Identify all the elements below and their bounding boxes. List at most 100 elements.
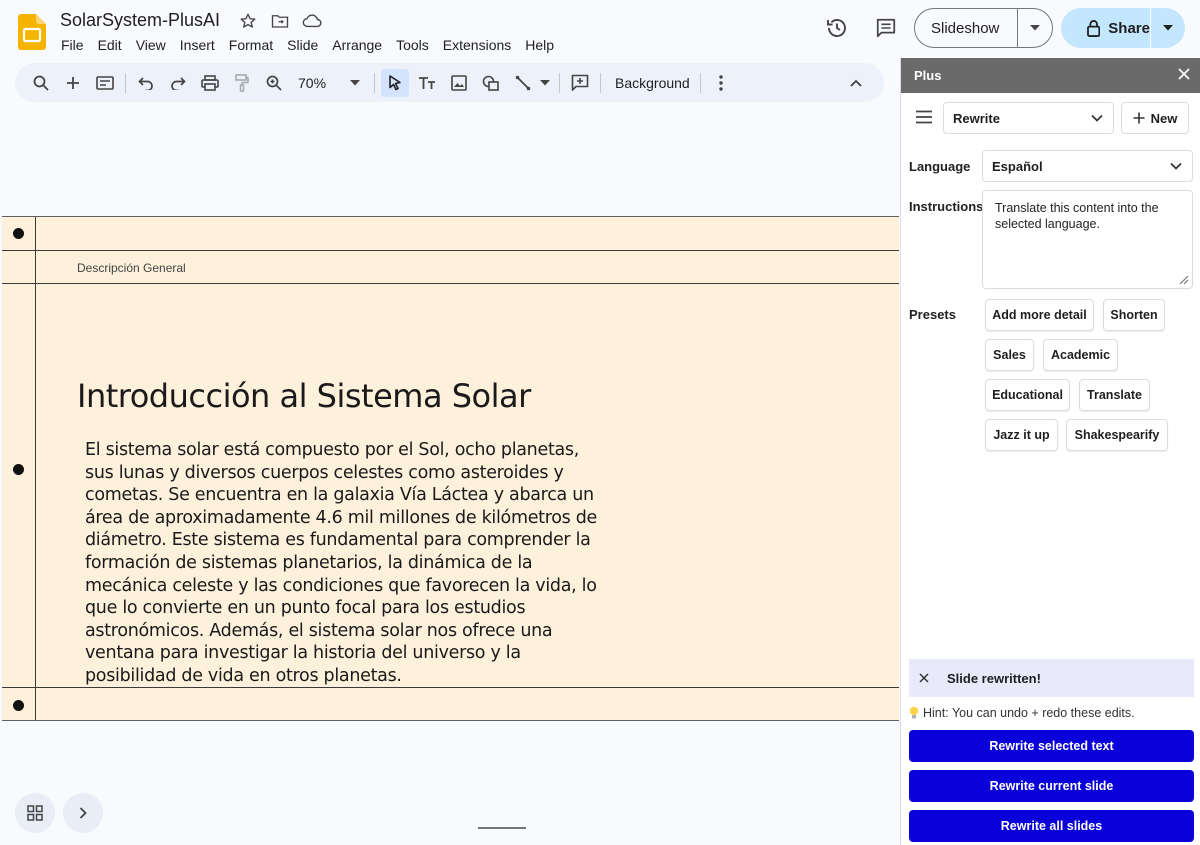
rewrite-selected-text-button[interactable]: Rewrite selected text [909, 730, 1194, 762]
line-button[interactable] [509, 69, 537, 97]
dismiss-toast-button[interactable] [919, 673, 929, 683]
slide-header-text[interactable]: Descripción General [77, 261, 186, 275]
mode-select[interactable]: Rewrite [943, 102, 1114, 134]
instructions-label: Instructions [909, 199, 984, 214]
shape-button[interactable] [477, 69, 505, 97]
star-icon[interactable] [236, 10, 260, 32]
chevron-down-icon [1091, 114, 1103, 122]
paint-format-button[interactable] [228, 69, 256, 97]
menu-slide[interactable]: Slide [280, 35, 325, 55]
hamburger-icon [916, 110, 932, 124]
slide-vertical-rule [35, 217, 36, 720]
slide[interactable]: Descripción General Introducción al Sist… [2, 216, 899, 721]
slide-body-text[interactable]: El sistema solar está compuesto por el S… [85, 439, 600, 688]
resize-handle-icon[interactable] [1179, 275, 1189, 285]
language-select[interactable]: Español [982, 150, 1193, 182]
caret-down-icon [1163, 25, 1173, 31]
preset-educational[interactable]: Educational [985, 379, 1070, 411]
cloud-status-icon[interactable] [300, 10, 324, 32]
undo-icon [138, 76, 153, 90]
preset-jazz-it-up[interactable]: Jazz it up [985, 419, 1058, 451]
toolbar-divider [699, 72, 701, 93]
share-options-button[interactable] [1151, 8, 1185, 48]
menu-bar: File Edit View Insert Format Slide Arran… [54, 35, 561, 55]
menu-help[interactable]: Help [518, 35, 561, 55]
slide-canvas[interactable]: Descripción General Introducción al Sist… [0, 103, 900, 845]
menu-tools[interactable]: Tools [389, 35, 436, 55]
slides-logo-icon[interactable] [18, 14, 46, 50]
language-value: Español [992, 158, 1043, 174]
mode-value: Rewrite [953, 110, 1000, 126]
slide-rule [2, 283, 899, 284]
search-menus-button[interactable] [27, 69, 55, 97]
success-toast: Slide rewritten! [909, 659, 1194, 697]
background-button[interactable]: Background [607, 75, 698, 91]
toast-message: Slide rewritten! [947, 670, 1041, 686]
menu-edit[interactable]: Edit [91, 35, 129, 55]
version-history-button[interactable] [821, 12, 853, 44]
more-options-button[interactable] [707, 69, 735, 97]
preset-add-more-detail[interactable]: Add more detail [985, 299, 1094, 331]
text-box-button[interactable] [413, 69, 441, 97]
insert-image-button[interactable] [445, 69, 473, 97]
add-comment-button[interactable] [566, 69, 594, 97]
toolbar-divider [125, 72, 126, 93]
instructions-textarea[interactable]: Translate this content into the selected… [982, 190, 1193, 289]
new-slide-button[interactable] [59, 69, 87, 97]
collapse-toolbar-button[interactable] [842, 69, 870, 97]
bullet-dot [13, 228, 24, 239]
preset-translate[interactable]: Translate [1079, 379, 1150, 411]
slide-rule [2, 250, 899, 251]
share-button-group: Share [1061, 8, 1185, 48]
panel-menu-button[interactable] [915, 110, 933, 129]
menu-extensions[interactable]: Extensions [436, 35, 518, 55]
hint-text: Hint: You can undo + redo these edits. [909, 706, 1135, 720]
redo-button[interactable] [164, 69, 192, 97]
speaker-notes-drag-handle[interactable] [478, 827, 526, 829]
show-filmstrip-button[interactable] [63, 793, 103, 833]
bullet-dot [13, 464, 24, 475]
zoom-select[interactable]: 70% [292, 75, 364, 91]
lightbulb-icon [909, 706, 919, 719]
redo-icon [171, 76, 186, 90]
zoom-button[interactable] [260, 69, 288, 97]
toolbar-divider [374, 72, 375, 93]
undo-button[interactable] [132, 69, 160, 97]
line-options-button[interactable] [537, 69, 553, 97]
preset-shakespearify[interactable]: Shakespearify [1066, 419, 1168, 451]
line-icon [515, 75, 531, 90]
comments-button[interactable] [870, 12, 902, 44]
document-title[interactable]: SolarSystem-PlusAI [60, 10, 220, 31]
print-button[interactable] [196, 69, 224, 97]
move-folder-icon[interactable] [268, 10, 292, 32]
close-panel-button[interactable] [1178, 67, 1190, 85]
slideshow-button[interactable]: Slideshow [915, 9, 1018, 47]
instructions-value: Translate this content into the selected… [995, 201, 1159, 231]
toolbar-divider [600, 72, 601, 93]
toolbar-divider [559, 72, 560, 93]
comment-icon [876, 18, 896, 38]
preset-shorten[interactable]: Shorten [1103, 299, 1165, 331]
menu-view[interactable]: View [129, 35, 173, 55]
select-tool-button[interactable] [381, 68, 409, 97]
menu-insert[interactable]: Insert [173, 35, 222, 55]
bullet-dot [13, 700, 24, 711]
app-header: SolarSystem-PlusAI File Edit View Insert… [0, 0, 1200, 62]
share-button[interactable]: Share [1061, 8, 1151, 48]
slide-title[interactable]: Introducción al Sistema Solar [77, 377, 531, 415]
rewrite-all-slides-button[interactable]: Rewrite all slides [909, 810, 1194, 842]
layout-button[interactable] [91, 69, 119, 97]
preset-academic[interactable]: Academic [1043, 339, 1118, 371]
close-icon [919, 673, 929, 683]
menu-arrange[interactable]: Arrange [325, 35, 389, 55]
menu-file[interactable]: File [54, 35, 91, 55]
menu-format[interactable]: Format [222, 35, 280, 55]
preset-sales[interactable]: Sales [985, 339, 1034, 371]
rewrite-current-slide-button[interactable]: Rewrite current slide [909, 770, 1194, 802]
slideshow-options-button[interactable] [1018, 9, 1052, 47]
print-icon [201, 74, 219, 91]
grid-view-button[interactable] [15, 793, 55, 833]
caret-down-icon [1030, 25, 1040, 31]
new-button[interactable]: New [1121, 102, 1189, 134]
layout-icon [96, 75, 114, 90]
